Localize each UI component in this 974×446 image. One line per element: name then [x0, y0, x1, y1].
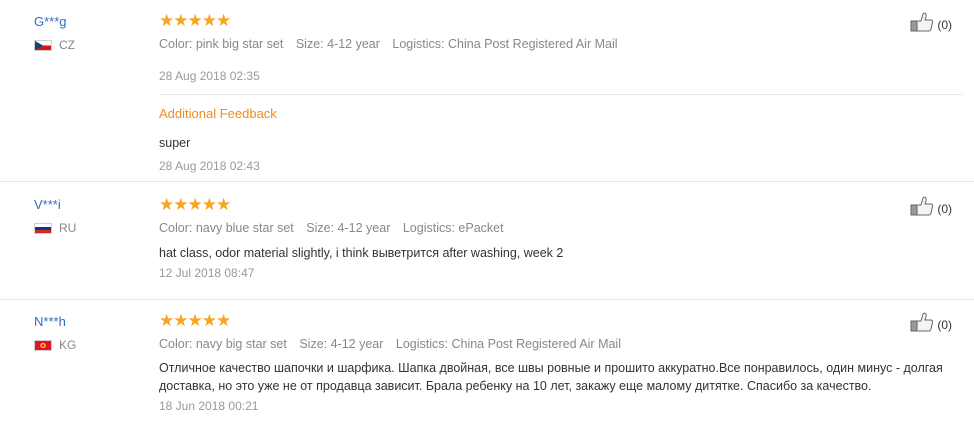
order-size: Size: 4-12 year	[306, 221, 391, 235]
order-logistics: Logistics: ePacket	[402, 221, 504, 235]
thumbs-up-icon	[910, 12, 934, 32]
additional-feedback-text: super	[159, 136, 191, 150]
helpful-count: (0)	[937, 18, 952, 32]
reviewer-country: CZ	[34, 38, 75, 52]
reviewer-name: V***i	[34, 197, 61, 212]
additional-feedback-date: 28 Aug 2018 02:43	[159, 159, 260, 173]
divider	[159, 94, 962, 95]
order-size: Size: 4-12 year	[295, 37, 380, 51]
reviewer-country: KG	[34, 338, 76, 352]
helpful-button[interactable]: (0)	[910, 312, 952, 332]
order-logistics: Logistics: China Post Registered Air Mai…	[395, 337, 621, 351]
review-date: 18 Jun 2018 00:21	[159, 399, 259, 413]
ru-flag-icon	[34, 222, 52, 234]
country-code: KG	[59, 338, 77, 352]
helpful-count: (0)	[937, 202, 952, 216]
star-rating: ★★★★★	[159, 311, 231, 330]
star-rating: ★★★★★	[159, 195, 231, 214]
thumbs-up-icon	[910, 312, 934, 332]
order-color: Color: navy blue star set	[159, 221, 294, 235]
review-date: 28 Aug 2018 02:35	[159, 69, 260, 83]
helpful-button[interactable]: (0)	[910, 196, 952, 216]
review-content: ★★★★★ Color: navy big star set Size: 4-1…	[159, 312, 952, 414]
reviewer-info: G***g CZ	[34, 14, 75, 52]
review-date: 12 Jul 2018 08:47	[159, 266, 255, 280]
reviewer-name: N***h	[34, 314, 66, 329]
reviewer-name: G***g	[34, 14, 67, 29]
order-info: Color: navy big star set Size: 4-12 year…	[159, 336, 952, 352]
review-item: N***h KG ★★★★★ Color: navy big star set …	[0, 300, 974, 446]
kg-flag-icon	[34, 339, 52, 351]
country-code: CZ	[59, 38, 75, 52]
review-text: Отличное качество шапочки и шарфика. Шап…	[159, 361, 943, 393]
review-text: hat class, odor material slightly, i thi…	[159, 246, 564, 260]
reviewer-info: N***h KG	[34, 314, 76, 352]
thumbs-up-icon	[910, 196, 934, 216]
reviewer-info: V***i RU	[34, 197, 76, 235]
order-size: Size: 4-12 year	[299, 337, 384, 351]
order-info: Color: pink big star set Size: 4-12 year…	[159, 36, 952, 52]
country-code: RU	[59, 221, 77, 235]
reviewer-country: RU	[34, 221, 76, 235]
order-color: Color: pink big star set	[159, 37, 284, 51]
star-rating: ★★★★★	[159, 11, 231, 30]
review-item: G***g CZ ★★★★★ Color: pink big star set …	[0, 0, 974, 182]
review-item: V***i RU ★★★★★ Color: navy blue star set…	[0, 182, 974, 300]
cz-flag-icon	[34, 39, 52, 51]
order-logistics: Logistics: China Post Registered Air Mai…	[392, 37, 618, 51]
helpful-button[interactable]: (0)	[910, 12, 952, 32]
order-color: Color: navy big star set	[159, 337, 287, 351]
review-content: ★★★★★ Color: navy blue star set Size: 4-…	[159, 196, 952, 281]
order-info: Color: navy blue star set Size: 4-12 yea…	[159, 220, 952, 236]
helpful-count: (0)	[937, 318, 952, 332]
review-content: ★★★★★ Color: pink big star set Size: 4-1…	[159, 11, 962, 174]
additional-feedback-title: Additional Feedback	[159, 106, 277, 121]
